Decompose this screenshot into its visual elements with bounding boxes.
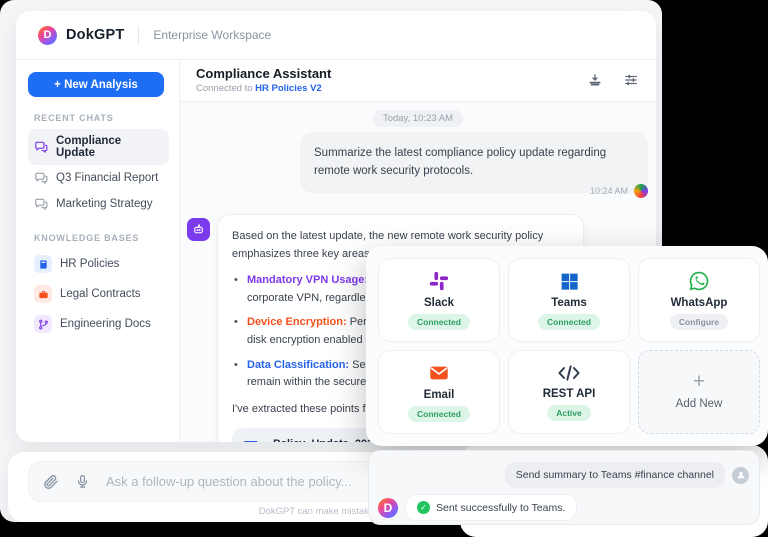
sidebar-item-label: HR Policies (60, 258, 120, 270)
hr-policies-link[interactable]: HR Policies V2 (255, 83, 322, 94)
user-avatar (634, 184, 648, 198)
status-badge: Connected (538, 313, 600, 330)
status-badge: Active (547, 405, 591, 421)
integrations-panel: Slack Connected Teams Connected WhatsApp… (366, 246, 768, 446)
sidebar-item-label: Legal Contracts (60, 288, 141, 300)
code-icon (557, 363, 581, 383)
filter-sliders-icon[interactable] (624, 73, 638, 87)
integration-card-slack[interactable]: Slack Connected (378, 258, 500, 342)
status-badge: Connected (408, 314, 470, 330)
date-divider: Today, 10:23 AM (372, 110, 464, 127)
section-label-knowledge-bases: KNOWLEDGE BASES (34, 233, 140, 243)
slack-icon (428, 270, 450, 292)
plus-icon: + (692, 369, 706, 393)
bot-avatar-icon (187, 218, 210, 241)
new-analysis-button[interactable]: + New Analysis (28, 72, 164, 97)
book-icon (34, 255, 52, 273)
composer-placeholder: Ask a follow-up question about the polic… (106, 474, 352, 489)
integration-name: WhatsApp (670, 297, 728, 309)
mini-bot-message-row: D ✓ Sent successfully to Teams. (378, 494, 578, 521)
integration-name: Teams (551, 296, 587, 309)
integration-card-teams[interactable]: Teams Connected (508, 258, 630, 342)
sidebar-item-label: Q3 Financial Report (56, 172, 159, 184)
sidebar: + New Analysis RECENT CHATS Compliance U… (16, 60, 180, 442)
microphone-icon[interactable] (75, 474, 90, 489)
status-badge: Connected (408, 406, 470, 422)
message-time: 10:24 AM (589, 186, 628, 196)
git-branch-icon (34, 315, 52, 333)
add-new-label: Add New (675, 397, 723, 410)
mini-chat-panel: Send summary to Teams #finance channel D… (368, 450, 760, 525)
sidebar-item-compliance-update[interactable]: Compliance Update (28, 129, 169, 165)
teams-icon (559, 271, 580, 292)
mini-user-message-row: Send summary to Teams #finance channel (504, 462, 749, 488)
sidebar-item-label: Marketing Strategy (56, 198, 153, 210)
workspace-label: Enterprise Workspace (153, 28, 272, 42)
download-icon[interactable] (588, 73, 602, 87)
chat-bubble-icon (34, 171, 48, 185)
sidebar-item-engineering-docs[interactable]: Engineering Docs (28, 309, 169, 339)
section-label-recent-chats: RECENT CHATS (34, 113, 114, 123)
integration-name: Email (423, 389, 455, 401)
sidebar-item-hr-policies[interactable]: HR Policies (28, 249, 169, 279)
integration-name: Slack (423, 297, 455, 309)
user-message-meta: 10:24 AM (590, 184, 648, 198)
chat-subtitle: Connected to HR Policies V2 (196, 83, 322, 94)
briefcase-icon (34, 285, 52, 303)
add-new-integration-card[interactable]: + Add New (638, 350, 760, 434)
chat-header: Compliance Assistant Connected to HR Pol… (180, 60, 656, 102)
chat-bubble-icon (34, 197, 48, 211)
sidebar-item-label: Engineering Docs (60, 318, 151, 330)
chat-bubble-icon (34, 140, 48, 154)
sidebar-item-marketing-strategy[interactable]: Marketing Strategy (28, 191, 169, 217)
integration-name: REST API (542, 388, 596, 400)
dokgpt-logo-icon: D (38, 25, 57, 45)
mini-bot-message: ✓ Sent successfully to Teams. (405, 494, 578, 521)
sidebar-item-legal-contracts[interactable]: Legal Contracts (28, 279, 169, 309)
app-name: DokGPT (66, 27, 125, 43)
document-title: Policy_Update_2024 (273, 436, 382, 442)
integration-card-email[interactable]: Email Connected (378, 350, 500, 434)
top-bar: D DokGPT Enterprise Workspace (16, 11, 656, 60)
paperclip-icon[interactable] (43, 474, 59, 490)
email-icon (428, 362, 450, 384)
header-divider (138, 26, 140, 44)
chat-title: Compliance Assistant (196, 66, 332, 81)
pdf-file-icon (242, 440, 263, 442)
integration-card-rest-api[interactable]: REST API Active (508, 350, 630, 434)
dokgpt-logo-icon: D (378, 497, 398, 518)
person-avatar-icon (732, 466, 749, 484)
mini-user-message: Send summary to Teams #finance channel (504, 462, 725, 488)
screenshot-stage: D DokGPT Enterprise Workspace + New Anal… (0, 0, 768, 537)
integration-card-whatsapp[interactable]: WhatsApp Configure (638, 258, 760, 342)
whatsapp-icon (688, 270, 710, 292)
status-badge: Configure (669, 314, 729, 330)
sidebar-item-label: Compliance Update (56, 135, 122, 159)
sidebar-item-q3-financial-report[interactable]: Q3 Financial Report (28, 165, 169, 191)
success-check-icon: ✓ (417, 501, 430, 514)
